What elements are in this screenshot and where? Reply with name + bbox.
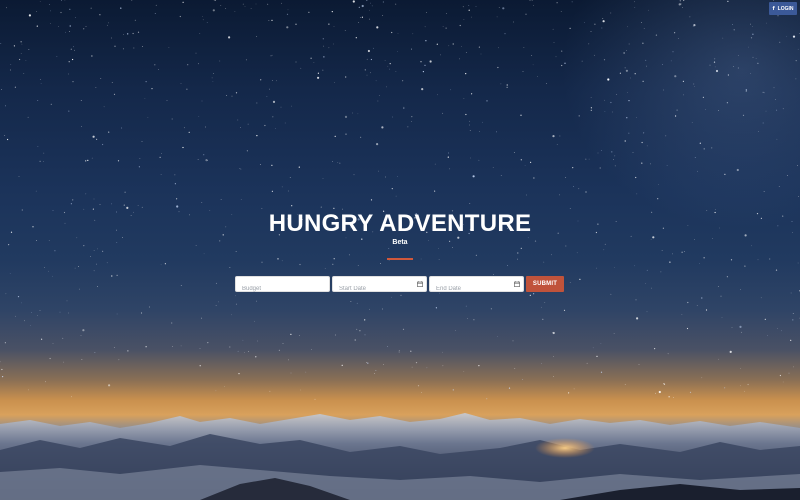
title-divider <box>387 258 413 260</box>
page-title: HUNGRY ADVENTURE <box>268 210 532 237</box>
login-label: LOGIN <box>777 5 794 12</box>
calendar-icon[interactable] <box>514 281 520 287</box>
budget-field-wrapper <box>235 276 330 296</box>
submit-button[interactable]: SUBMIT <box>526 276 564 292</box>
end-date-input[interactable] <box>430 282 523 296</box>
hero: HUNGRY ADVENTURE Beta <box>0 210 800 260</box>
mountain-silhouette-image <box>0 413 800 500</box>
page-background: f LOGIN HUNGRY ADVENTURE Beta Budget Sta… <box>0 0 800 500</box>
budget-input[interactable] <box>236 282 329 296</box>
end-date-field-wrapper <box>429 276 524 296</box>
start-date-field-wrapper <box>332 276 427 296</box>
search-form: SUBMIT <box>235 276 564 296</box>
facebook-icon: f <box>772 5 775 12</box>
facebook-login-button[interactable]: f LOGIN <box>769 2 797 15</box>
start-date-input[interactable] <box>333 282 426 296</box>
calendar-icon[interactable] <box>417 281 423 287</box>
milky-way-glow <box>560 0 800 230</box>
page-subtitle: Beta <box>392 239 408 246</box>
